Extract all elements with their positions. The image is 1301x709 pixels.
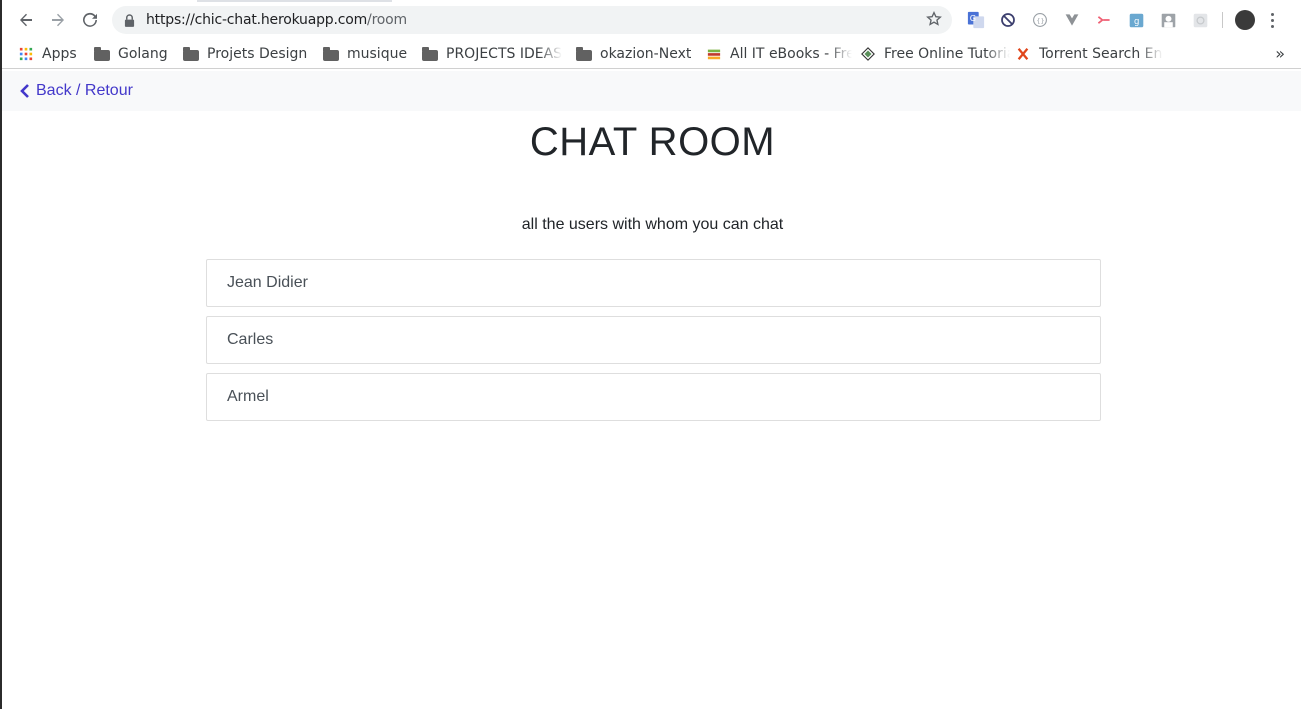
url-text: https://chic-chat.herokuapp.com/room [146, 12, 407, 28]
url-host: https://chic-chat.herokuapp.com [146, 12, 368, 28]
toolbar-separator [1222, 12, 1223, 28]
bookmark-label: Projets Design [207, 46, 308, 62]
svg-text:g: g [1133, 16, 1138, 26]
user-item-armel[interactable]: Armel [206, 373, 1101, 421]
reload-icon[interactable] [74, 4, 106, 36]
back-link[interactable]: Back / Retour [20, 82, 133, 100]
forward-arrow-icon[interactable] [42, 4, 74, 36]
user-name: Jean Didier [227, 274, 308, 291]
back-arrow-icon[interactable] [10, 4, 42, 36]
bookmark-star-icon[interactable] [926, 10, 944, 29]
x-icon [1017, 48, 1029, 60]
vue-devtools-icon[interactable] [1062, 10, 1082, 30]
bookmark-label: PROJECTS IDEAS [446, 46, 562, 62]
page-subtitle: all the users with whom you can chat [521, 216, 784, 233]
bookmark-projets-design[interactable]: Projets Design [175, 42, 315, 66]
bookmark-label: musique [347, 46, 408, 62]
bookmark-label: Apps [42, 46, 77, 62]
bookmark-all-it-ebooks[interactable]: All IT eBooks - Free [698, 42, 860, 66]
bookmark-label: okazion-Next [600, 46, 692, 62]
bookmark-torrent-search[interactable]: Torrent Search Engine [1007, 42, 1171, 66]
folder-icon [94, 46, 110, 61]
bookmark-label: Torrent Search Engine [1039, 46, 1163, 62]
browser-toolbar: https://chic-chat.herokuapp.com/room G {… [2, 0, 1301, 40]
pocket-extension-icon[interactable] [1094, 10, 1114, 30]
translate-extension-icon[interactable]: G [966, 10, 986, 30]
user-list: Jean Didier Carles Armel [206, 259, 1101, 430]
folder-icon [576, 46, 592, 61]
bookmark-label: All IT eBooks - Free [730, 46, 852, 62]
books-icon [707, 49, 721, 60]
user-item-jean-didier[interactable]: Jean Didier [206, 259, 1101, 307]
page-nav-bar: Back / Retour [2, 71, 1301, 111]
bookmark-label: Golang [118, 46, 168, 62]
svg-text:{}: {} [1036, 16, 1044, 24]
apps-grid-icon [19, 47, 33, 61]
folder-icon [422, 46, 438, 61]
extensions-area: G {} g [966, 10, 1275, 30]
tab-strip-edge [197, 0, 392, 2]
folder-icon [183, 46, 199, 61]
more-bookmarks-button[interactable]: » [1275, 44, 1285, 63]
address-bar[interactable]: https://chic-chat.herokuapp.com/room [112, 6, 952, 34]
bookmark-projects-ideas[interactable]: PROJECTS IDEAS [414, 42, 570, 66]
bookmark-musique[interactable]: musique [315, 42, 415, 66]
bookmark-golang[interactable]: Golang [86, 42, 176, 66]
bookmark-label: Free Online Tutorials [884, 46, 1010, 62]
chevron-left-icon [20, 84, 29, 98]
grammarly-extension-icon[interactable]: g [1126, 10, 1146, 30]
grid-extension-icon[interactable] [1190, 10, 1210, 30]
profile-avatar-icon[interactable] [1235, 10, 1255, 30]
code-extension-icon[interactable]: {} [1030, 10, 1050, 30]
page-title: CHAT ROOM [529, 120, 776, 164]
browser-menu-icon[interactable] [1271, 12, 1275, 28]
bookmark-apps[interactable]: Apps [10, 42, 85, 66]
user-item-carles[interactable]: Carles [206, 316, 1101, 364]
profile-extension-icon[interactable] [1158, 10, 1178, 30]
diamond-icon [861, 47, 875, 61]
user-name: Carles [227, 331, 274, 348]
bookmark-free-online-tutorials[interactable]: Free Online Tutorials [852, 42, 1018, 66]
svg-text:G: G [970, 13, 976, 23]
folder-icon [323, 46, 339, 61]
user-name: Armel [227, 388, 269, 405]
url-path: /room [367, 12, 407, 28]
bookmarks-bar: Apps Golang Projets Design musique PROJE… [2, 40, 1301, 69]
lock-icon [124, 13, 136, 27]
browser-window: https://chic-chat.herokuapp.com/room G {… [0, 0, 1301, 709]
back-link-label: Back / Retour [36, 82, 133, 99]
bookmark-okazion-next[interactable]: okazion-Next [568, 42, 699, 66]
block-extension-icon[interactable] [998, 10, 1018, 30]
